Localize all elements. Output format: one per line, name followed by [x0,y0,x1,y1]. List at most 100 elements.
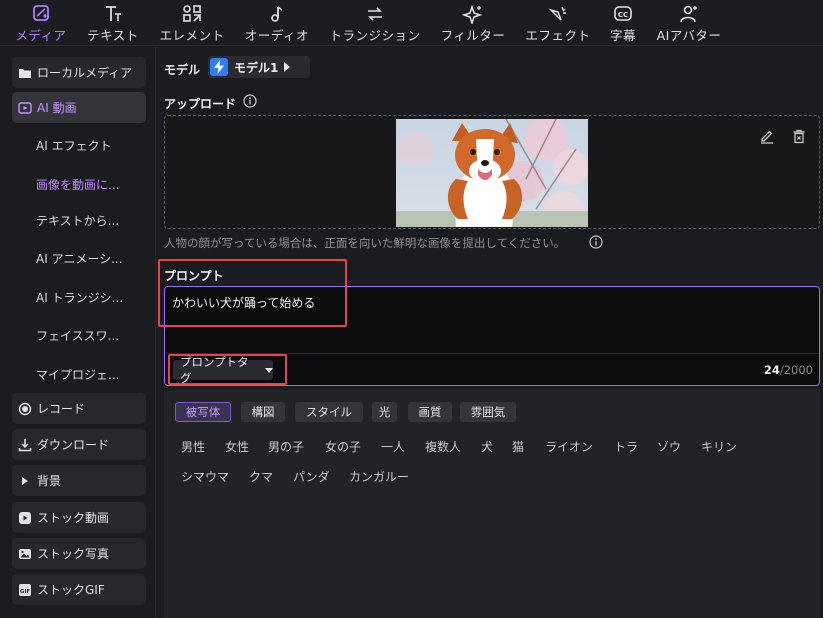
image-to-video-panel: モデル モデル1 アップロード 人物の顔が写っている場合は、正面を向いた鮮明な画… [157,47,823,618]
bolt-icon [210,58,228,76]
sidebar-item-label: ローカルメディア [37,66,133,80]
sidebar-item-label: レコード [37,402,86,416]
gif-icon: GIF [19,583,31,596]
tag-category-style[interactable]: スタイル [295,402,363,422]
ai-video-icon [18,101,32,114]
sidebar-subitem-my-projects[interactable]: マイプロジェ... [36,366,148,386]
tag-item[interactable]: ライオン [545,438,593,455]
element-icon [183,5,201,22]
model-selector[interactable]: モデル1 [208,56,310,78]
svg-text:CC: CC [618,11,628,19]
char-count: 24 [763,363,780,377]
tag-category-composition[interactable]: 構図 [241,402,285,422]
avatar-icon [680,5,697,23]
tab-effect[interactable]: エフェクト [524,4,592,44]
tag-item[interactable]: 男の子 [268,438,304,455]
tab-subtitle[interactable]: CC 字幕 [606,4,640,44]
sidebar-item-label: ストック動画 [37,511,110,525]
sidebar-subitem-face-swap[interactable]: フェイススワ... [36,327,148,347]
tag-item[interactable]: カンガルー [349,468,409,485]
tab-subtitle-label: 字幕 [609,28,636,43]
transition-icon [368,7,382,21]
tab-transition[interactable]: トランジション [328,4,422,44]
chevron-right-icon [284,62,291,72]
tag-item[interactable]: ゾウ [657,438,681,455]
tag-category-light[interactable]: 光 [372,402,397,422]
tab-text[interactable]: テキスト [84,4,142,44]
tab-filter-label: フィルター [440,28,506,43]
tab-text-label: テキスト [87,28,139,43]
highlight-box-prompt [158,259,347,327]
tab-ai-avatar-label: AIアバター [656,28,722,43]
media-icon [33,5,49,21]
svg-text:GIF: GIF [20,589,31,595]
sidebar-subitem-text-to-video[interactable]: テキストから... [36,212,148,232]
sidebar-item-label: ストック写真 [37,547,110,561]
character-counter: 24/2000 [764,363,813,377]
tag-item[interactable]: キリン [701,438,737,455]
tag-category-mood[interactable]: 雰囲気 [460,402,516,422]
tab-audio-label: オーディオ [244,28,310,43]
sidebar-item-local-media[interactable]: ローカルメディア [12,57,146,88]
tag-item[interactable]: 女の子 [325,438,361,455]
record-icon [18,402,32,415]
upload-note: 人物の顔が写っている場合は、正面を向いた鮮明な画像を提出してください。 [164,236,566,250]
sidebar-item-download[interactable]: ダウンロード [12,429,146,460]
sidebar-item-record[interactable]: レコード [12,393,146,424]
tag-item[interactable]: 猫 [512,438,524,455]
subtitle-icon: CC [614,6,632,21]
tab-filter[interactable]: フィルター [438,4,508,44]
play-icon [19,511,31,524]
top-toolbar: メディア テキスト エレメント オーディオ トランジション フィルター エフェク… [0,0,823,46]
sidebar-item-background[interactable]: 背景 [12,465,146,496]
uploaded-image-thumbnail [396,119,588,227]
sidebar-item-stock-gif[interactable]: GIF ストックGIF [12,574,146,605]
sidebar-subitem-ai-transition[interactable]: AI トランジシ... [36,289,148,309]
tag-item[interactable]: シマウマ [181,468,229,485]
prompt-tags-panel: 被写体 構図 スタイル 光 画質 雰囲気 男性 女性 男の子 女の子 一人 複数… [164,390,820,618]
info-icon[interactable] [589,235,603,249]
upload-label: アップロード [164,97,237,111]
tag-item[interactable]: クマ [249,468,273,485]
sidebar-subitem-ai-animation[interactable]: AI アニメーシ... [36,250,148,270]
audio-icon [271,6,283,22]
dog-image [396,119,588,227]
tag-item[interactable]: 女性 [225,438,249,455]
tag-item[interactable]: 複数人 [425,438,461,455]
sidebar-subitem-ai-effect[interactable]: AI エフェクト [36,137,148,157]
tag-item[interactable]: 男性 [181,438,205,455]
tag-item[interactable]: 一人 [381,438,405,455]
highlight-box-tag-button [168,354,287,385]
tab-media[interactable]: メディア [14,4,68,44]
model-label: モデル [164,63,201,77]
tab-media-label: メディア [15,28,67,43]
sidebar-item-label: AI 動画 [37,101,77,115]
filter-icon [462,4,483,24]
sidebar-item-stock-video[interactable]: ストック動画 [12,502,146,533]
sidebar-item-label: 背景 [37,474,62,488]
photo-icon [19,548,31,559]
tab-ai-avatar[interactable]: AIアバター [654,4,724,44]
download-icon [18,438,32,451]
info-icon[interactable] [243,94,257,108]
sidebar-subitem-image-to-video[interactable]: 画像を動画に... [36,176,148,196]
tag-item[interactable]: 犬 [481,438,493,455]
trash-icon[interactable] [791,128,807,144]
tag-item[interactable]: パンダ [293,468,330,485]
model-name: モデル1 [234,60,279,75]
text-icon [106,6,121,21]
sidebar-item-stock-photo[interactable]: ストック写真 [12,538,146,569]
tab-element[interactable]: エレメント [158,4,226,44]
sidebar-item-label: ストックGIF [37,583,105,597]
tag-category-subject[interactable]: 被写体 [175,402,231,422]
tab-element-label: エレメント [159,28,225,43]
tab-audio[interactable]: オーディオ [242,4,312,44]
upload-dropzone[interactable] [164,115,820,229]
edit-icon[interactable] [759,128,775,144]
tab-effect-label: エフェクト [525,28,591,43]
tag-item[interactable]: トラ [614,438,638,455]
sidebar-item-ai-video[interactable]: AI 動画 [12,92,146,123]
folder-icon [19,68,31,78]
tag-category-quality[interactable]: 画質 [408,402,452,422]
left-sidebar: ローカルメディア AI 動画 AI エフェクト 画像を動画に... テキストから… [0,47,156,618]
